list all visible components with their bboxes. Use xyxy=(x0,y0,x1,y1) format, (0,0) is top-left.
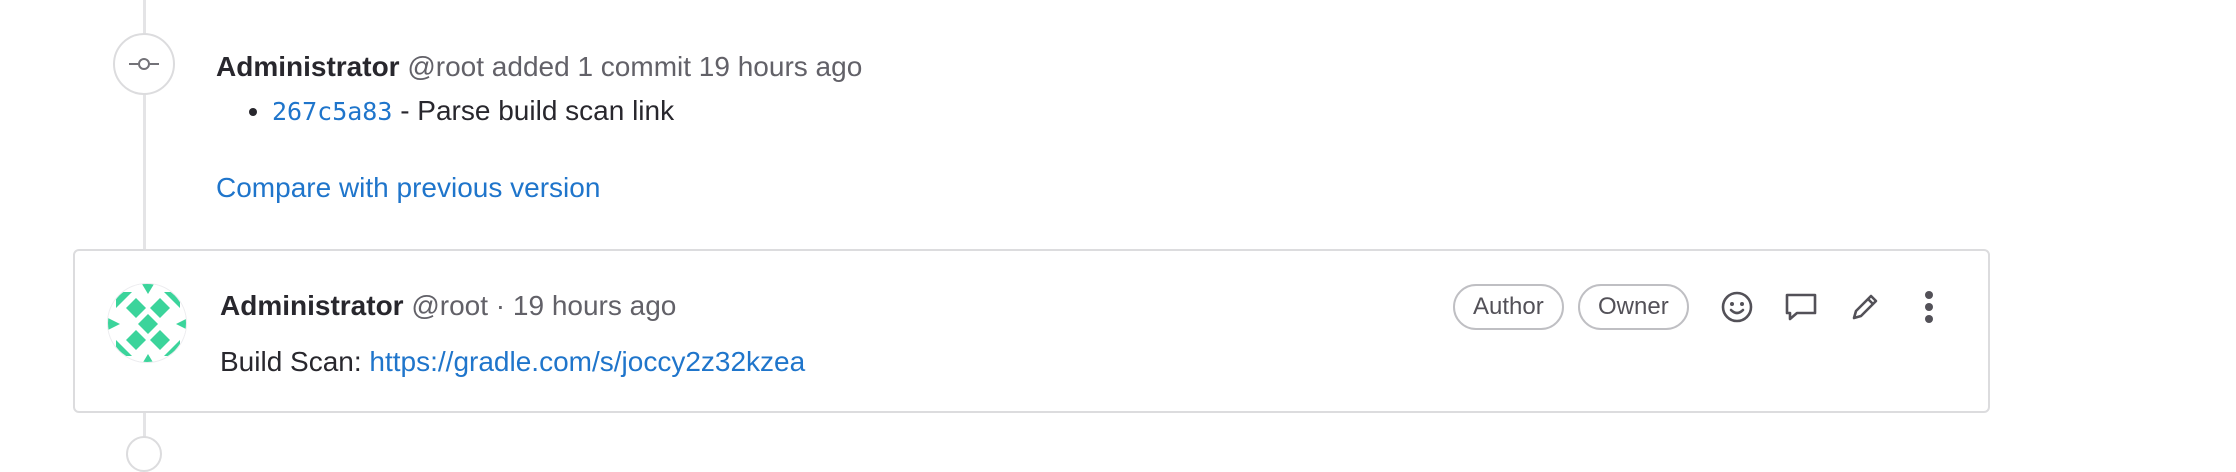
commit-sha-link[interactable]: 267c5a83 xyxy=(272,97,392,126)
reply-button[interactable] xyxy=(1779,285,1823,329)
avatar[interactable] xyxy=(107,283,187,363)
author-name[interactable]: Administrator xyxy=(216,51,400,82)
next-timeline-badge xyxy=(126,436,162,472)
author-name[interactable]: Administrator xyxy=(220,290,404,321)
kebab-menu-icon xyxy=(1925,291,1933,323)
note-meta: @root · 19 hours ago xyxy=(411,290,677,321)
owner-badge: Owner xyxy=(1578,284,1689,330)
comment-note: Administrator @root · 19 hours ago Build… xyxy=(73,249,1990,413)
note-body-text: Build Scan: xyxy=(220,346,370,377)
system-note-meta: @root added 1 commit 19 hours ago xyxy=(407,51,863,82)
add-reaction-button[interactable] xyxy=(1715,285,1759,329)
build-scan-link[interactable]: https://gradle.com/s/joccy2z32kzea xyxy=(369,346,805,377)
note-header: Administrator @root · 19 hours ago xyxy=(220,285,676,327)
author-badge: Author xyxy=(1453,284,1564,330)
smile-icon xyxy=(1721,291,1753,323)
commit-icon xyxy=(113,33,175,95)
compare-previous-version-link[interactable]: Compare with previous version xyxy=(216,167,600,209)
commit-item: 267c5a83 - Parse build scan link xyxy=(272,90,674,133)
commit-message: - Parse build scan link xyxy=(392,95,675,126)
pencil-icon xyxy=(1852,294,1878,320)
note-body: Build Scan: https://gradle.com/s/joccy2z… xyxy=(220,341,805,383)
system-note-header: Administrator @root added 1 commit 19 ho… xyxy=(216,46,862,88)
more-actions-button[interactable] xyxy=(1907,285,1951,329)
edit-button[interactable] xyxy=(1843,285,1887,329)
comment-icon xyxy=(1785,293,1817,321)
commit-list: 267c5a83 - Parse build scan link xyxy=(216,90,674,133)
